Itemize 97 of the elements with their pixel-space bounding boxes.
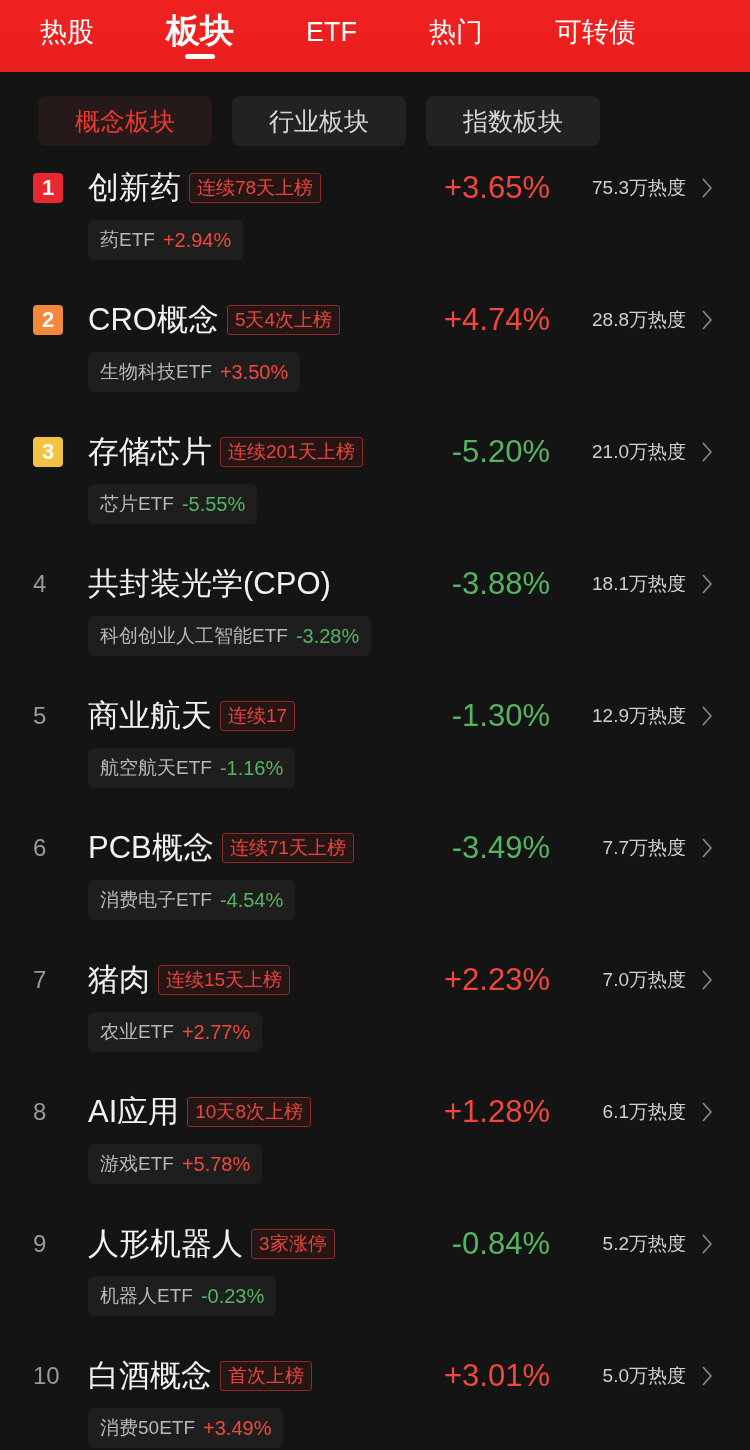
etf-change: -5.55%	[181, 492, 246, 516]
rank-number: 6	[33, 833, 47, 863]
etf-change: +5.78%	[181, 1152, 251, 1176]
etf-chip[interactable]: 科创创业人工智能ETF -3.28%	[88, 616, 372, 656]
etf-name: 消费50ETF	[100, 1416, 196, 1440]
sector-name: 共封装光学(CPO)	[88, 565, 331, 603]
sector-name: 猪肉	[88, 961, 150, 999]
sector-tag: 5天4次上榜	[226, 305, 341, 335]
sector-tag: 首次上榜	[220, 1361, 312, 1391]
heat-value: 6.1万热度	[601, 1100, 686, 1124]
etf-chip[interactable]: 机器人ETF -0.23%	[88, 1276, 277, 1316]
change-percent: +3.01%	[444, 1357, 550, 1395]
chevron-right-icon[interactable]	[702, 574, 712, 594]
header-tab[interactable]: 板块	[166, 0, 234, 59]
etf-name: 航空航天ETF	[100, 756, 212, 780]
rank-number: 7	[33, 965, 47, 995]
change-percent: +2.23%	[444, 961, 550, 999]
sector-tag: 连续17	[220, 701, 296, 731]
sub-tab[interactable]: 行业板块	[232, 96, 406, 146]
etf-chip[interactable]: 消费电子ETF -4.54%	[88, 880, 296, 920]
etf-chip[interactable]: 游戏ETF +5.78%	[88, 1144, 263, 1184]
chevron-right-icon[interactable]	[702, 310, 712, 330]
sector-tag: 连续78天上榜	[189, 173, 322, 203]
sector-name: 白酒概念	[88, 1357, 212, 1395]
etf-name: 药ETF	[100, 228, 155, 252]
sector-name: 人形机器人	[88, 1225, 243, 1263]
sector-name: CRO概念	[88, 301, 219, 339]
etf-chip[interactable]: 消费50ETF +3.49%	[88, 1408, 284, 1448]
etf-change: +2.94%	[162, 228, 232, 252]
sector-name: 创新药	[88, 169, 181, 207]
rank-badge: 2	[33, 305, 63, 335]
chevron-right-icon[interactable]	[702, 178, 712, 198]
header-tab[interactable]: ETF	[306, 0, 357, 59]
change-percent: -1.30%	[451, 697, 550, 735]
etf-name: 机器人ETF	[100, 1284, 193, 1308]
etf-chip[interactable]: 航空航天ETF -1.16%	[88, 748, 296, 788]
sector-tag: 连续15天上榜	[158, 965, 291, 995]
rank-number: 4	[33, 569, 47, 599]
etf-change: +3.49%	[203, 1416, 272, 1440]
sector-name: 商业航天	[88, 697, 212, 735]
rank-number: 8	[33, 1097, 47, 1127]
chevron-right-icon[interactable]	[702, 706, 712, 726]
chevron-right-icon[interactable]	[702, 970, 712, 990]
sector-tag: 10天8次上榜	[187, 1097, 311, 1127]
etf-chip[interactable]: 农业ETF +2.77%	[88, 1012, 263, 1052]
sector-tag: 连续201天上榜	[220, 437, 363, 467]
etf-change: -4.54%	[219, 888, 284, 912]
heat-value: 7.7万热度	[601, 836, 686, 860]
change-percent: -5.20%	[451, 433, 550, 471]
etf-change: +2.77%	[181, 1020, 251, 1044]
etf-change: +3.50%	[219, 360, 289, 384]
heat-value: 5.0万热度	[601, 1364, 686, 1388]
header-tab[interactable]: 热门	[429, 0, 483, 59]
etf-name: 农业ETF	[100, 1020, 174, 1044]
rank-number: 9	[33, 1229, 47, 1259]
change-percent: +4.74%	[444, 301, 550, 339]
chevron-right-icon[interactable]	[702, 1234, 712, 1254]
etf-chip[interactable]: 生物科技ETF +3.50%	[88, 352, 301, 392]
change-percent: +1.28%	[444, 1093, 550, 1131]
header-tab[interactable]: 热股	[40, 0, 94, 59]
change-percent: -0.84%	[451, 1225, 550, 1263]
chevron-right-icon[interactable]	[702, 838, 712, 858]
change-percent: -3.49%	[451, 829, 550, 867]
heat-value: 7.0万热度	[601, 968, 686, 992]
etf-chip[interactable]: 药ETF +2.94%	[88, 220, 244, 260]
heat-value: 12.9万热度	[591, 704, 686, 728]
header-tab[interactable]: 可转债	[555, 0, 636, 59]
heat-value: 21.0万热度	[591, 440, 686, 464]
rank-badge: 3	[33, 437, 63, 467]
sector-tag: 3家涨停	[251, 1229, 335, 1259]
sector-name: AI应用	[88, 1093, 180, 1131]
rank-number: 10	[33, 1361, 60, 1391]
sector-name: PCB概念	[88, 829, 214, 867]
etf-change: -0.23%	[200, 1284, 265, 1308]
heat-value: 18.1万热度	[591, 572, 686, 596]
sub-tab[interactable]: 概念板块	[38, 96, 212, 146]
rank-number: 5	[33, 701, 47, 731]
chevron-right-icon[interactable]	[702, 1102, 712, 1122]
sector-tag: 连续71天上榜	[221, 833, 354, 863]
chevron-right-icon[interactable]	[702, 1366, 712, 1386]
etf-change: -1.16%	[219, 756, 284, 780]
heat-value: 28.8万热度	[591, 308, 686, 332]
sub-tab[interactable]: 指数板块	[426, 96, 600, 146]
chevron-right-icon[interactable]	[702, 442, 712, 462]
change-percent: -3.88%	[451, 565, 550, 603]
heat-value: 75.3万热度	[591, 176, 686, 200]
rank-badge: 1	[33, 173, 63, 203]
change-percent: +3.65%	[444, 169, 550, 207]
heat-value: 5.2万热度	[601, 1232, 686, 1256]
etf-change: -3.28%	[295, 624, 360, 648]
sector-name: 存储芯片	[88, 433, 212, 471]
etf-name: 生物科技ETF	[100, 360, 212, 384]
etf-name: 消费电子ETF	[100, 888, 212, 912]
etf-name: 芯片ETF	[100, 492, 174, 516]
etf-name: 游戏ETF	[100, 1152, 174, 1176]
etf-chip[interactable]: 芯片ETF -5.55%	[88, 484, 258, 524]
etf-name: 科创创业人工智能ETF	[100, 624, 288, 648]
